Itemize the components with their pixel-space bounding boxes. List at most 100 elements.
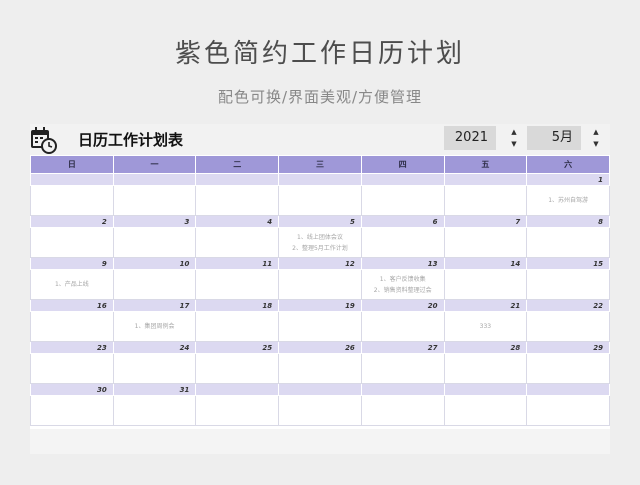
day-cell[interactable] bbox=[443, 353, 528, 384]
weekday-header-row: 日 一 二 三 四 五 六 bbox=[30, 155, 610, 174]
day-cell[interactable] bbox=[195, 269, 280, 300]
day-number: 31 bbox=[112, 383, 197, 396]
calendar-sheet: 日历工作计划表 2021 ▲ ▼ 5月 ▲ ▼ 日 一 二 三 四 五 六 11… bbox=[30, 124, 610, 454]
day-cell[interactable] bbox=[360, 311, 445, 342]
day-cell[interactable] bbox=[30, 227, 114, 258]
month-field[interactable]: 5月 bbox=[527, 126, 581, 150]
day-number: 8 bbox=[526, 215, 610, 228]
day-number: 3 bbox=[112, 215, 197, 228]
day-number: 24 bbox=[112, 341, 197, 354]
year-down-arrow-icon[interactable]: ▼ bbox=[510, 140, 518, 148]
day-cell[interactable] bbox=[30, 353, 114, 384]
day-number: 26 bbox=[278, 341, 362, 354]
calendar-clock-icon bbox=[31, 127, 57, 154]
day-cell[interactable] bbox=[30, 185, 114, 216]
day-cell[interactable] bbox=[443, 185, 528, 216]
day-cell[interactable] bbox=[526, 395, 610, 426]
day-cell[interactable]: 333 bbox=[443, 311, 528, 342]
day-cell[interactable] bbox=[195, 395, 280, 426]
day-cell[interactable] bbox=[195, 353, 280, 384]
day-cell[interactable] bbox=[278, 269, 362, 300]
day-cell[interactable]: 1、客户反馈收集 2、销售资料整理过会 bbox=[360, 269, 445, 300]
day-number: 28 bbox=[443, 341, 528, 354]
day-cell[interactable] bbox=[526, 353, 610, 384]
day-cell[interactable] bbox=[278, 185, 362, 216]
sheet-footer-area bbox=[30, 429, 610, 454]
day-cell[interactable] bbox=[360, 353, 445, 384]
day-cell[interactable] bbox=[112, 185, 197, 216]
day-cell[interactable] bbox=[278, 395, 362, 426]
weekday-fri: 五 bbox=[443, 155, 528, 174]
day-cell[interactable] bbox=[112, 269, 197, 300]
day-number: 23 bbox=[30, 341, 114, 354]
day-number bbox=[360, 173, 445, 186]
day-cell[interactable] bbox=[30, 311, 114, 342]
week-events-row: 1、产品上线 1、客户反馈收集 2、销售资料整理过会 bbox=[30, 269, 610, 300]
event-text: 1、苏州自驾游 bbox=[548, 197, 589, 204]
day-number: 1 bbox=[526, 173, 610, 186]
day-number bbox=[278, 383, 362, 396]
day-cell[interactable] bbox=[278, 311, 362, 342]
weekday-wed: 三 bbox=[278, 155, 362, 174]
day-number: 13 bbox=[360, 257, 445, 270]
event-text: 1、客户反馈收集 bbox=[379, 275, 426, 283]
day-number: 29 bbox=[526, 341, 610, 354]
day-number: 30 bbox=[30, 383, 114, 396]
day-cell[interactable] bbox=[112, 353, 197, 384]
day-number bbox=[526, 383, 610, 396]
month-down-arrow-icon[interactable]: ▼ bbox=[592, 140, 600, 148]
event-text: 1、产品上线 bbox=[54, 281, 89, 288]
page-title: 紫色简约工作日历计划 bbox=[174, 39, 465, 69]
event-text: 1、线上团体会议 bbox=[297, 233, 343, 241]
day-number: 20 bbox=[360, 299, 445, 312]
week-daynum-row: 9 10 11 12 13 14 15 bbox=[30, 257, 610, 270]
week-events-row: 1、集团周例会 333 bbox=[30, 311, 610, 342]
day-cell[interactable] bbox=[278, 353, 362, 384]
day-cell[interactable]: 1、苏州自驾游 bbox=[526, 185, 610, 216]
year-stepper[interactable]: ▲ ▼ bbox=[508, 126, 520, 150]
day-cell[interactable] bbox=[112, 395, 197, 426]
sheet-title: 日历工作计划表 bbox=[78, 131, 184, 149]
day-number: 5 bbox=[278, 215, 362, 228]
weekday-sun: 日 bbox=[30, 155, 114, 174]
year-field[interactable]: 2021 bbox=[444, 126, 496, 150]
day-cell[interactable]: 1、集团周例会 bbox=[112, 311, 197, 342]
year-up-arrow-icon[interactable]: ▲ bbox=[510, 128, 518, 136]
day-number bbox=[112, 173, 197, 186]
day-number: 2 bbox=[30, 215, 114, 228]
day-number: 22 bbox=[526, 299, 610, 312]
day-number bbox=[195, 383, 280, 396]
week-daynum-row: 30 31 bbox=[30, 383, 610, 396]
day-cell[interactable] bbox=[526, 269, 610, 300]
month-stepper[interactable]: ▲ ▼ bbox=[590, 126, 602, 150]
day-cell[interactable] bbox=[526, 311, 610, 342]
day-number: 25 bbox=[195, 341, 280, 354]
weekday-sat: 六 bbox=[526, 155, 610, 174]
day-number bbox=[360, 383, 445, 396]
day-cell[interactable] bbox=[360, 395, 445, 426]
week-events-row: 1、线上团体会议 2、整理5月工作计划 bbox=[30, 227, 610, 258]
day-number: 16 bbox=[30, 299, 114, 312]
day-cell[interactable]: 1、产品上线 bbox=[30, 269, 114, 300]
day-cell[interactable] bbox=[526, 227, 610, 258]
day-cell[interactable]: 1、线上团体会议 2、整理5月工作计划 bbox=[278, 227, 362, 258]
week-daynum-row: 2345678 bbox=[30, 215, 610, 228]
day-cell[interactable] bbox=[195, 311, 280, 342]
day-cell[interactable] bbox=[443, 269, 528, 300]
day-number: 21 bbox=[443, 299, 528, 312]
day-cell[interactable] bbox=[30, 395, 114, 426]
day-cell[interactable] bbox=[195, 227, 280, 258]
day-cell[interactable] bbox=[360, 227, 445, 258]
day-cell[interactable] bbox=[443, 227, 528, 258]
month-up-arrow-icon[interactable]: ▲ bbox=[592, 128, 600, 136]
day-number: 11 bbox=[195, 257, 280, 270]
week-daynum-row: 16 17 18 19 20 21 22 bbox=[30, 299, 610, 312]
day-cell[interactable] bbox=[112, 227, 197, 258]
day-cell[interactable] bbox=[443, 395, 528, 426]
day-number bbox=[195, 173, 280, 186]
day-number: 15 bbox=[526, 257, 610, 270]
day-cell[interactable] bbox=[195, 185, 280, 216]
day-number: 19 bbox=[278, 299, 362, 312]
day-cell[interactable] bbox=[360, 185, 445, 216]
week-events-row: 1、苏州自驾游 bbox=[30, 185, 610, 216]
